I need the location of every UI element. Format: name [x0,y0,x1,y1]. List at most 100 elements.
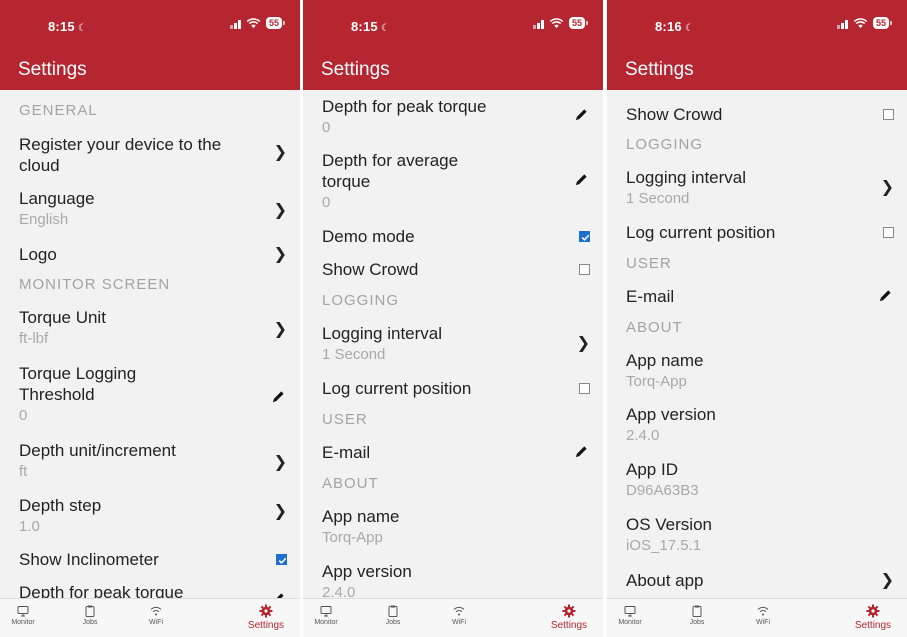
setting-register-device[interactable]: Register your device to the cloud ❯ [19,134,287,176]
setting-title: Depth unit/increment [19,441,176,460]
chevron-right-icon: ❯ [273,503,287,520]
tab-monitor[interactable]: Monitor [0,605,53,626]
setting-title: OS Version [626,515,712,534]
setting-depth-peak-torque[interactable]: Depth for peak torque 0 [322,96,590,137]
tab-label: Jobs [385,619,401,626]
checkbox-checked-icon[interactable] [579,231,590,242]
app-header: Settings [607,52,907,90]
chevron-right-icon: ❯ [273,202,287,219]
settings-list[interactable]: GENERAL Register your device to the clou… [0,90,300,598]
pencil-icon[interactable] [879,289,892,302]
setting-value: 1 Second [626,190,690,207]
setting-value: 0 [19,407,28,424]
tab-wifi[interactable]: WiFi [126,605,186,626]
setting-torque-logging-threshold[interactable]: Torque Logging Threshold 0 [19,363,287,425]
pencil-icon[interactable] [272,390,285,403]
pencil-icon[interactable] [575,445,588,458]
settings-list[interactable]: Depth for peak torque 0 Depth for averag… [303,90,603,598]
status-bar: 8:15 ☾ 55 [0,0,300,52]
tab-jobs[interactable]: Jobs [667,605,727,626]
setting-logging-interval[interactable]: Logging interval 1 Second ❯ [322,323,590,364]
setting-depth-peak-torque[interactable]: Depth for peak torque [19,582,287,598]
setting-show-inclinometer[interactable]: Show Inclinometer [19,549,287,570]
setting-depth-average-torque[interactable]: Depth for average torque 0 [322,150,590,212]
setting-value: Torq-App [322,529,383,546]
setting-show-crowd[interactable]: Show Crowd [322,259,590,280]
battery-icon: 55 [568,17,589,29]
monitor-icon [320,606,332,617]
tab-wifi[interactable]: WiFi [733,605,793,626]
setting-title: Logging interval [322,324,443,343]
setting-email[interactable]: E-mail [626,286,894,307]
setting-title: E-mail [322,443,371,462]
checkbox-unchecked-icon[interactable] [883,109,894,120]
clipboard-icon [692,605,702,617]
tab-monitor[interactable]: Monitor [303,605,356,626]
setting-title: App version [626,405,716,424]
checkbox-unchecked-icon[interactable] [883,227,894,238]
gear-icon [562,604,576,618]
tab-label: Jobs [689,619,705,626]
section-header-about: ABOUT [626,319,683,336]
wifi-icon [453,606,465,616]
tab-jobs[interactable]: Jobs [60,605,120,626]
tab-settings[interactable]: Settings [236,604,296,631]
setting-log-current-position[interactable]: Log current position [626,222,894,243]
tab-settings[interactable]: Settings [539,604,599,631]
pencil-icon[interactable] [575,108,588,121]
gear-icon [866,604,880,618]
settings-list[interactable]: Show Crowd LOGGING Logging interval 1 Se… [607,90,907,598]
setting-log-current-position[interactable]: Log current position [322,378,590,399]
settings-screen-3: 8:16 ☾ 55 Settings Show Crowd LOGGING Log… [607,0,907,637]
setting-title: App name [626,351,704,370]
checkbox-unchecked-icon[interactable] [579,383,590,394]
setting-logo[interactable]: Logo ❯ [19,244,287,265]
setting-title: App ID [626,460,678,479]
clipboard-icon [388,605,398,617]
status-bar: 8:15 ☾ 55 [303,0,603,52]
tab-label: WiFi [452,619,466,626]
setting-about-app[interactable]: About app ❯ [626,570,894,591]
setting-language[interactable]: Language English ❯ [19,188,287,229]
setting-torque-unit[interactable]: Torque Unit ft-lbf ❯ [19,307,287,348]
setting-value: ft-lbf [19,330,49,347]
section-header-logging: LOGGING [322,292,400,309]
chevron-right-icon: ❯ [880,572,894,589]
setting-depth-step[interactable]: Depth step 1.0 ❯ [19,495,287,536]
checkbox-checked-icon[interactable] [276,554,287,565]
setting-app-version: App version 2.4.0 [626,404,894,445]
setting-show-crowd[interactable]: Show Crowd [626,104,894,125]
wifi-status-icon [549,18,564,29]
tab-bar: Monitor Jobs WiFi Settings [607,598,907,637]
status-bar: 8:16 ☾ 55 [607,0,907,52]
setting-title: Depth for peak torque [322,97,487,116]
setting-value: ft [19,463,28,480]
setting-app-version: App version 2.4.0 [322,561,590,598]
tab-label: WiFi [756,619,770,626]
gear-icon [259,604,273,618]
chevron-right-icon: ❯ [273,246,287,263]
chevron-right-icon: ❯ [880,179,894,196]
page-title: Settings [625,59,694,80]
setting-title: About app [626,571,704,590]
tab-label: WiFi [149,619,163,626]
setting-email[interactable]: E-mail [322,442,590,463]
setting-title: Logo [19,245,57,264]
setting-logging-interval[interactable]: Logging interval 1 Second ❯ [626,167,894,208]
tab-monitor[interactable]: Monitor [607,605,660,626]
chevron-right-icon: ❯ [273,454,287,471]
pencil-icon[interactable] [575,173,588,186]
section-header-monitor-screen: MONITOR SCREEN [19,276,171,293]
checkbox-unchecked-icon[interactable] [579,264,590,275]
setting-title: Torque Logging Threshold [19,364,137,404]
chevron-right-icon: ❯ [576,335,590,352]
setting-value: iOS_17.5.1 [626,537,702,554]
setting-depth-unit[interactable]: Depth unit/increment ft ❯ [19,440,287,481]
battery-icon: 55 [872,17,893,29]
status-time: 8:15 [351,19,378,34]
setting-demo-mode[interactable]: Demo mode [322,226,590,247]
tab-jobs[interactable]: Jobs [363,605,423,626]
tab-settings[interactable]: Settings [843,604,903,631]
tab-label: Monitor [314,619,338,626]
tab-wifi[interactable]: WiFi [429,605,489,626]
